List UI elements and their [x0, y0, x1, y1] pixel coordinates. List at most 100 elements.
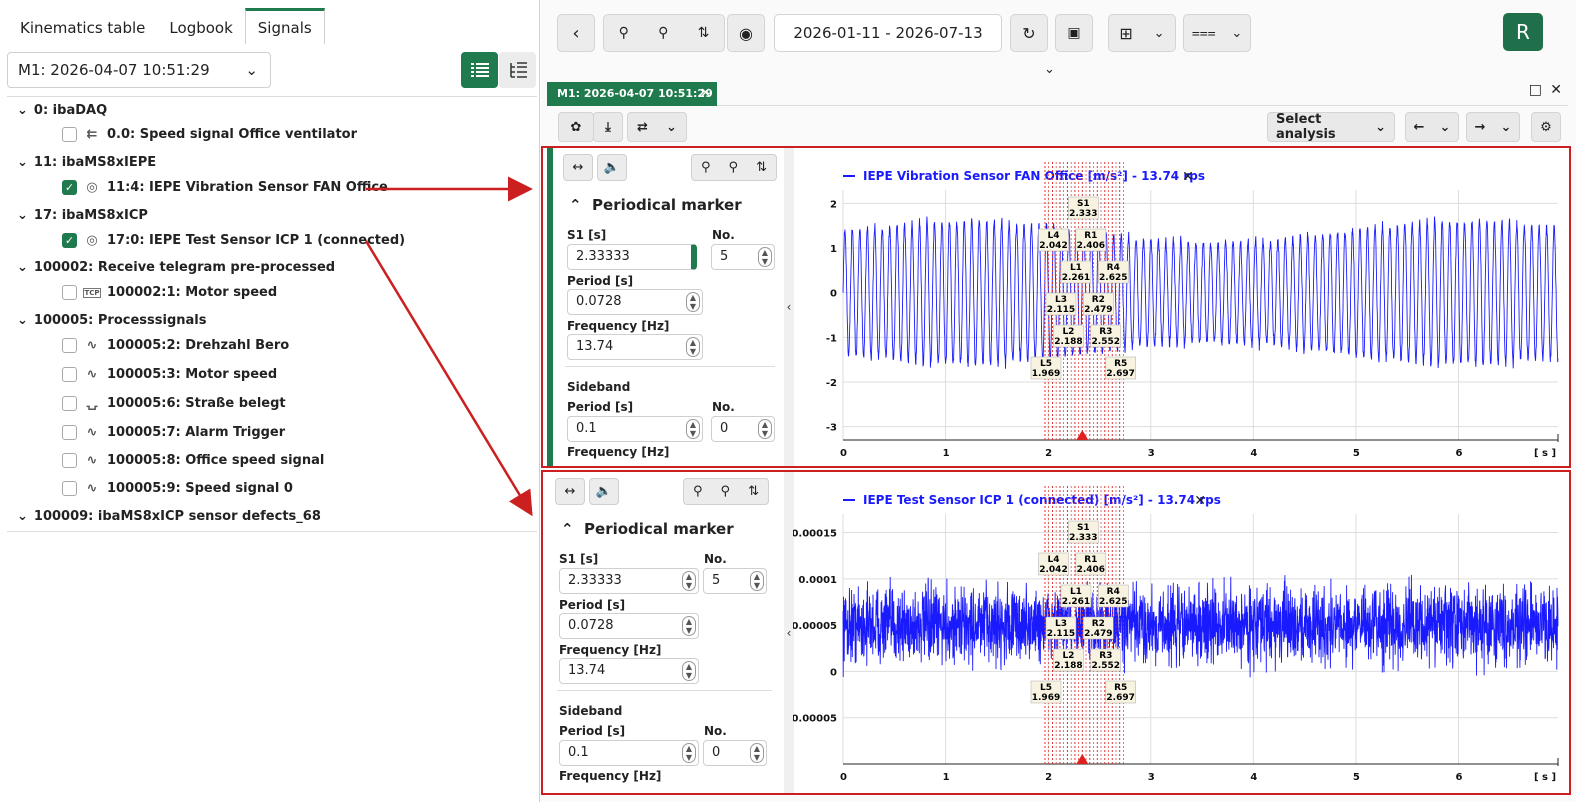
tree-item[interactable]: ⇇ 0.0: Speed signal Office ventilator: [62, 127, 357, 142]
tree-group[interactable]: ⌄ 11: ibaMS8xIEPE: [17, 155, 156, 170]
no-input[interactable]: 5 ▲ ▼: [711, 244, 775, 270]
divider: [565, 366, 775, 367]
period-input[interactable]: 0.0728 ▲ ▼: [559, 613, 699, 639]
sync-dropdown[interactable]: ⇄ ⌄: [627, 112, 687, 142]
zoom-y-icon[interactable]: ⇅: [698, 25, 710, 41]
frequency-input[interactable]: 13.74 ▲ ▼: [559, 658, 699, 684]
tree-group[interactable]: ⌄ 100005: Processsignals: [17, 313, 207, 328]
marker-label-value: 2.261: [1062, 597, 1090, 607]
sb-no-input[interactable]: 0 ▲ ▼: [711, 416, 775, 442]
layout-dropdown[interactable]: ⊞ ⌄: [1108, 14, 1176, 52]
spinner-icon[interactable]: ▲ ▼: [750, 571, 764, 591]
spinner-icon[interactable]: ▲ ▼: [758, 419, 772, 439]
tree-item[interactable]: ✓ ◎ 11:4: IEPE Vibration Sensor FAN Office: [62, 180, 388, 195]
expand-toolbar-chevron-icon[interactable]: ⌄: [1044, 62, 1055, 77]
next-dropdown[interactable]: → ⌄: [1466, 112, 1520, 142]
refresh-button[interactable]: ↻: [1010, 14, 1048, 52]
icp-chart[interactable]: IEPE Test Sensor ICP 1 (connected) [m/s²…: [793, 476, 1565, 788]
fit-width-button[interactable]: ↔: [555, 478, 585, 505]
sb-period-input[interactable]: 0.1 ▲ ▼: [567, 416, 703, 442]
checkbox[interactable]: [62, 481, 77, 496]
measurement-select[interactable]: M1: 2026-04-07 10:51:29 ⌄: [7, 52, 271, 88]
audio-button[interactable]: 🔈: [589, 478, 619, 505]
vibration-chart[interactable]: IEPE Vibration Sensor FAN Office [m/s²] …: [793, 152, 1565, 462]
select-analysis-dropdown[interactable]: Select analysis ⌄: [1267, 112, 1395, 142]
analysis-settings-button[interactable]: ✿: [558, 112, 594, 142]
marker-label-value: 2.261: [1062, 273, 1090, 283]
zoom-all-icon[interactable]: ⚲: [619, 25, 629, 41]
maximize-icon[interactable]: □: [1529, 82, 1542, 98]
tree-group[interactable]: ⌄ 100002: Receive telegram pre-processed: [17, 260, 335, 275]
no-input[interactable]: 5 ▲ ▼: [703, 568, 767, 594]
period-input[interactable]: 0.0728 ▲ ▼: [567, 289, 703, 315]
checkbox-checked[interactable]: ✓: [62, 180, 77, 195]
prev-dropdown[interactable]: ← ⌄: [1405, 112, 1459, 142]
snapshot-button[interactable]: ▣: [1055, 14, 1093, 52]
share-dropdown[interactable]: ⩶ ⌄: [1183, 14, 1251, 52]
analog-wave-icon: ∿: [86, 338, 98, 353]
checkbox[interactable]: [62, 425, 77, 440]
periodical-marker-section[interactable]: ⌃ Periodical marker: [561, 520, 734, 538]
download-button[interactable]: ⤓: [593, 112, 623, 142]
marker-label-name: L2: [1062, 327, 1074, 337]
marker-label-value: 2.333: [1069, 209, 1097, 219]
tree-item[interactable]: ∿ 100005:9: Speed signal 0: [62, 481, 293, 496]
tab-signals[interactable]: Signals: [244, 8, 325, 44]
marker-label-value: 2.333: [1069, 533, 1097, 543]
checkbox[interactable]: [62, 453, 77, 468]
tree-item[interactable]: ∿ 100005:7: Alarm Trigger: [62, 425, 285, 440]
zoom-all-icon: ⚲: [693, 484, 703, 499]
tree-group[interactable]: ⌄ 0: ibaDAQ: [17, 103, 107, 118]
checkbox[interactable]: [62, 285, 77, 300]
spinner-icon[interactable]: ▲ ▼: [682, 616, 696, 636]
tree-group[interactable]: ⌄ 100009: ibaMS8xICP sensor defects_68: [17, 509, 321, 524]
frequency-input[interactable]: 13.74 ▲ ▼: [567, 334, 703, 360]
audio-button[interactable]: 🔈: [597, 154, 627, 181]
close-icon[interactable]: ✕: [1550, 82, 1562, 98]
spinner-icon[interactable]: ▲ ▼: [682, 571, 696, 591]
doc-tab[interactable]: M1: 2026-04-07 10:51:29 ✕: [547, 82, 717, 106]
checkbox[interactable]: [62, 367, 77, 382]
no-value: 5: [712, 573, 721, 588]
fit-width-button[interactable]: ↔: [563, 154, 593, 181]
sb-no-input[interactable]: 0 ▲ ▼: [703, 740, 767, 766]
checkbox[interactable]: [62, 127, 77, 142]
y-tick-label: -3: [826, 423, 837, 434]
tab-logbook[interactable]: Logbook: [157, 8, 244, 44]
periodical-marker-section[interactable]: ⌃ Periodical marker: [569, 196, 742, 214]
chart-zoom-buttons[interactable]: ⚲ ⚲ ⇅: [683, 478, 769, 505]
tree-item[interactable]: ∿ 100005:3: Motor speed: [62, 367, 277, 382]
close-icon[interactable]: ✕: [700, 82, 711, 106]
checkbox[interactable]: [62, 338, 77, 353]
tree-item[interactable]: ⍽ 100005:6: Straße belegt: [62, 396, 286, 411]
avatar[interactable]: R: [1503, 13, 1543, 51]
spinner-icon[interactable]: ▲ ▼: [758, 247, 772, 267]
back-button[interactable]: ‹: [557, 14, 595, 52]
spinner-icon[interactable]: ▲ ▼: [750, 743, 764, 763]
marker-label-value: 1.969: [1032, 369, 1060, 379]
tree-view-button[interactable]: [499, 52, 536, 88]
visibility-button[interactable]: ◉: [727, 14, 765, 52]
sb-period-input[interactable]: 0.1 ▲ ▼: [559, 740, 699, 766]
s1-input[interactable]: 2.33333 ▲ ▼: [559, 568, 699, 594]
tree-item[interactable]: TCP 100002:1: Motor speed: [62, 285, 277, 300]
spinner-icon[interactable]: ▲ ▼: [682, 743, 696, 763]
tree-group[interactable]: ⌄ 17: ibaMS8xICP: [17, 208, 148, 223]
list-view-button[interactable]: [461, 52, 498, 88]
tree-item[interactable]: ✓ ◎ 17:0: IEPE Test Sensor ICP 1 (connecte…: [62, 233, 405, 248]
tree-item[interactable]: ∿ 100005:2: Drehzahl Bero: [62, 338, 289, 353]
chart-zoom-buttons[interactable]: ⚲ ⚲ ⇅: [691, 154, 777, 181]
zoom-out-icon[interactable]: ⚲: [658, 25, 668, 41]
settings-button[interactable]: ⚙: [1531, 112, 1561, 142]
s1-input[interactable]: 2.33333: [567, 244, 697, 270]
spinner-icon[interactable]: ▲ ▼: [686, 337, 700, 357]
date-range[interactable]: 2026-01-11 - 2026-07-13: [774, 14, 1002, 52]
tree-item[interactable]: ∿ 100005:8: Office speed signal: [62, 453, 324, 468]
spinner-icon[interactable]: ▲ ▼: [686, 419, 700, 439]
spinner-icon[interactable]: ▲ ▼: [682, 661, 696, 681]
spinner-icon[interactable]: ▲ ▼: [686, 292, 700, 312]
puzzle-icon: ✿: [570, 119, 582, 135]
checkbox-checked[interactable]: ✓: [62, 233, 77, 248]
tab-kinematics-table[interactable]: Kinematics table: [8, 8, 157, 44]
checkbox[interactable]: [62, 396, 77, 411]
